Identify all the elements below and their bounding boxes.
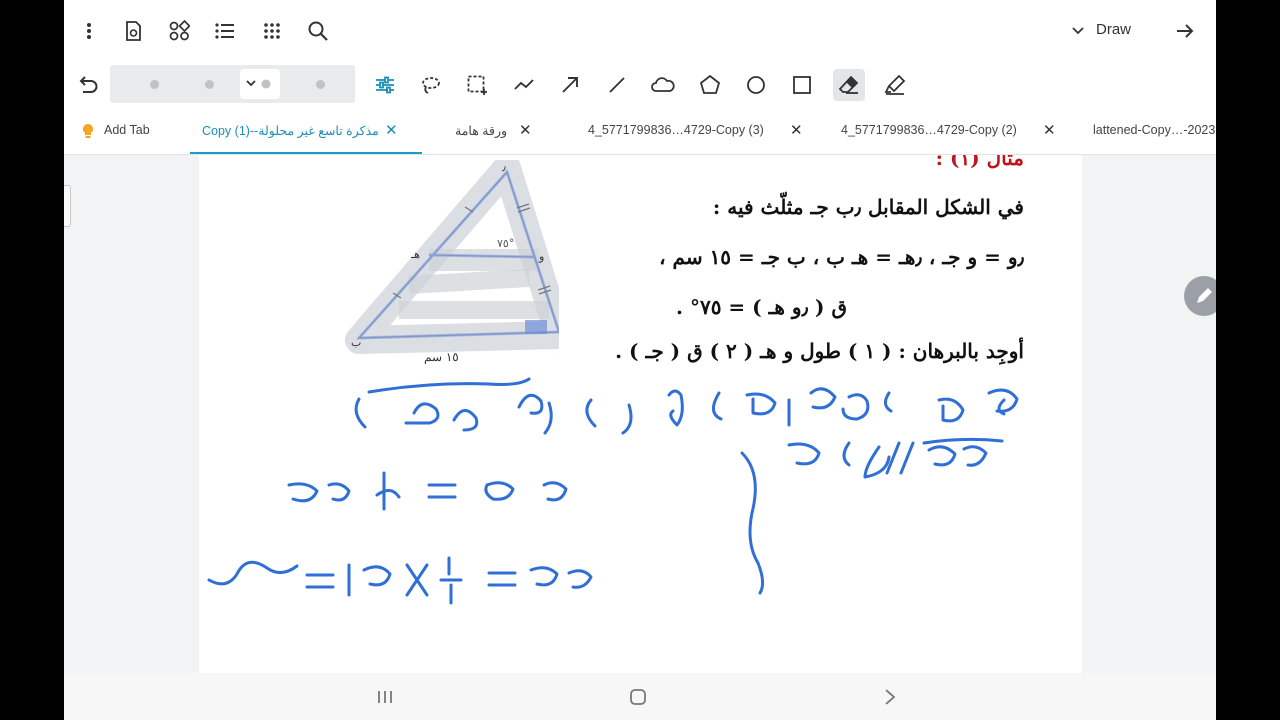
tab-label: 4_5771799836…4729-Copy (3) <box>588 123 764 137</box>
active-tab-indicator <box>190 152 422 154</box>
close-icon[interactable]: ✕ <box>519 121 532 139</box>
undo-icon[interactable] <box>72 69 104 101</box>
list-icon[interactable] <box>209 15 241 47</box>
lasso-icon[interactable] <box>415 69 447 101</box>
pencil-icon <box>1197 288 1212 303</box>
close-icon[interactable]: ✕ <box>1043 121 1056 139</box>
pen-preset-selected[interactable] <box>240 69 280 99</box>
tab-copy-3[interactable]: 4_5771799836…4729-Copy (3) ✕ <box>574 110 814 154</box>
adjust-icon[interactable] <box>369 69 401 101</box>
close-icon[interactable]: ✕ <box>790 121 803 139</box>
select-rect-icon[interactable] <box>461 69 493 101</box>
top-toolbar: Draw <box>64 0 1216 110</box>
chevron-down-icon[interactable] <box>1063 15 1093 47</box>
eraser-icon[interactable] <box>833 69 865 101</box>
tab-important-paper[interactable]: ورقة هامة ✕ <box>439 110 539 154</box>
shapes-icon[interactable] <box>163 15 195 47</box>
handwriting-layer <box>207 377 1019 605</box>
tab-label: 4_5771799836…4729-Copy (2) <box>841 123 1017 137</box>
tab-label: ورقة هامة <box>455 124 508 138</box>
home-icon[interactable] <box>622 681 654 713</box>
tab-copy-2[interactable]: 4_5771799836…4729-Copy (2) ✕ <box>827 110 1067 154</box>
forward-arrow-icon[interactable] <box>1169 15 1201 47</box>
apps-grid-icon[interactable] <box>256 15 288 47</box>
circle-shape-icon[interactable] <box>740 69 772 101</box>
add-tab-label: Add Tab <box>104 123 150 137</box>
add-tab-button[interactable]: Add Tab <box>78 110 178 154</box>
line-tool-icon[interactable] <box>601 69 633 101</box>
notes-app-window: Draw Add Tab Copy (1)--مذكرة تاسع غير مح… <box>64 0 1216 720</box>
draw-mode-label[interactable]: Draw <box>1096 21 1131 38</box>
polyline-icon[interactable] <box>508 69 540 101</box>
system-nav-bar <box>64 673 1216 720</box>
tab-copy-1[interactable]: Copy (1)--مذكرة تاسع غير محلولة ✕ <box>190 110 422 154</box>
recent-apps-icon[interactable] <box>369 681 401 713</box>
lightbulb-icon <box>83 124 93 138</box>
square-shape-icon[interactable] <box>786 69 818 101</box>
pen-preset-2[interactable] <box>205 80 214 89</box>
pentagon-shape-icon[interactable] <box>694 69 726 101</box>
close-icon[interactable]: ✕ <box>385 121 398 139</box>
edit-fab-button[interactable] <box>1184 276 1216 316</box>
highlighter-icon[interactable] <box>879 69 911 101</box>
more-vert-icon[interactable] <box>73 15 105 47</box>
tab-bar: Add Tab Copy (1)--مذكرة تاسع غير محلولة … <box>64 110 1216 155</box>
pen-preset-4[interactable] <box>316 80 325 89</box>
page-settings-icon[interactable] <box>117 15 149 47</box>
tab-label: lattened-Copy…-2023 <box>1093 123 1216 137</box>
search-icon[interactable] <box>302 15 334 47</box>
arrow-tool-icon[interactable] <box>554 69 586 101</box>
tab-flattened-copy[interactable]: lattened-Copy…-2023 <box>1080 110 1216 154</box>
back-nav-icon[interactable] <box>874 681 906 713</box>
document-page[interactable]: مثال (١) : في الشكل المقابل ٫ب جـ مثلّث … <box>199 155 1082 673</box>
tab-label: Copy (1)--مذكرة تاسع غير محلولة <box>202 124 379 138</box>
pen-preset-1[interactable] <box>150 80 159 89</box>
side-panel-handle[interactable] <box>64 185 71 227</box>
pen-preset-strip <box>110 65 355 103</box>
cloud-shape-icon[interactable] <box>647 69 679 101</box>
